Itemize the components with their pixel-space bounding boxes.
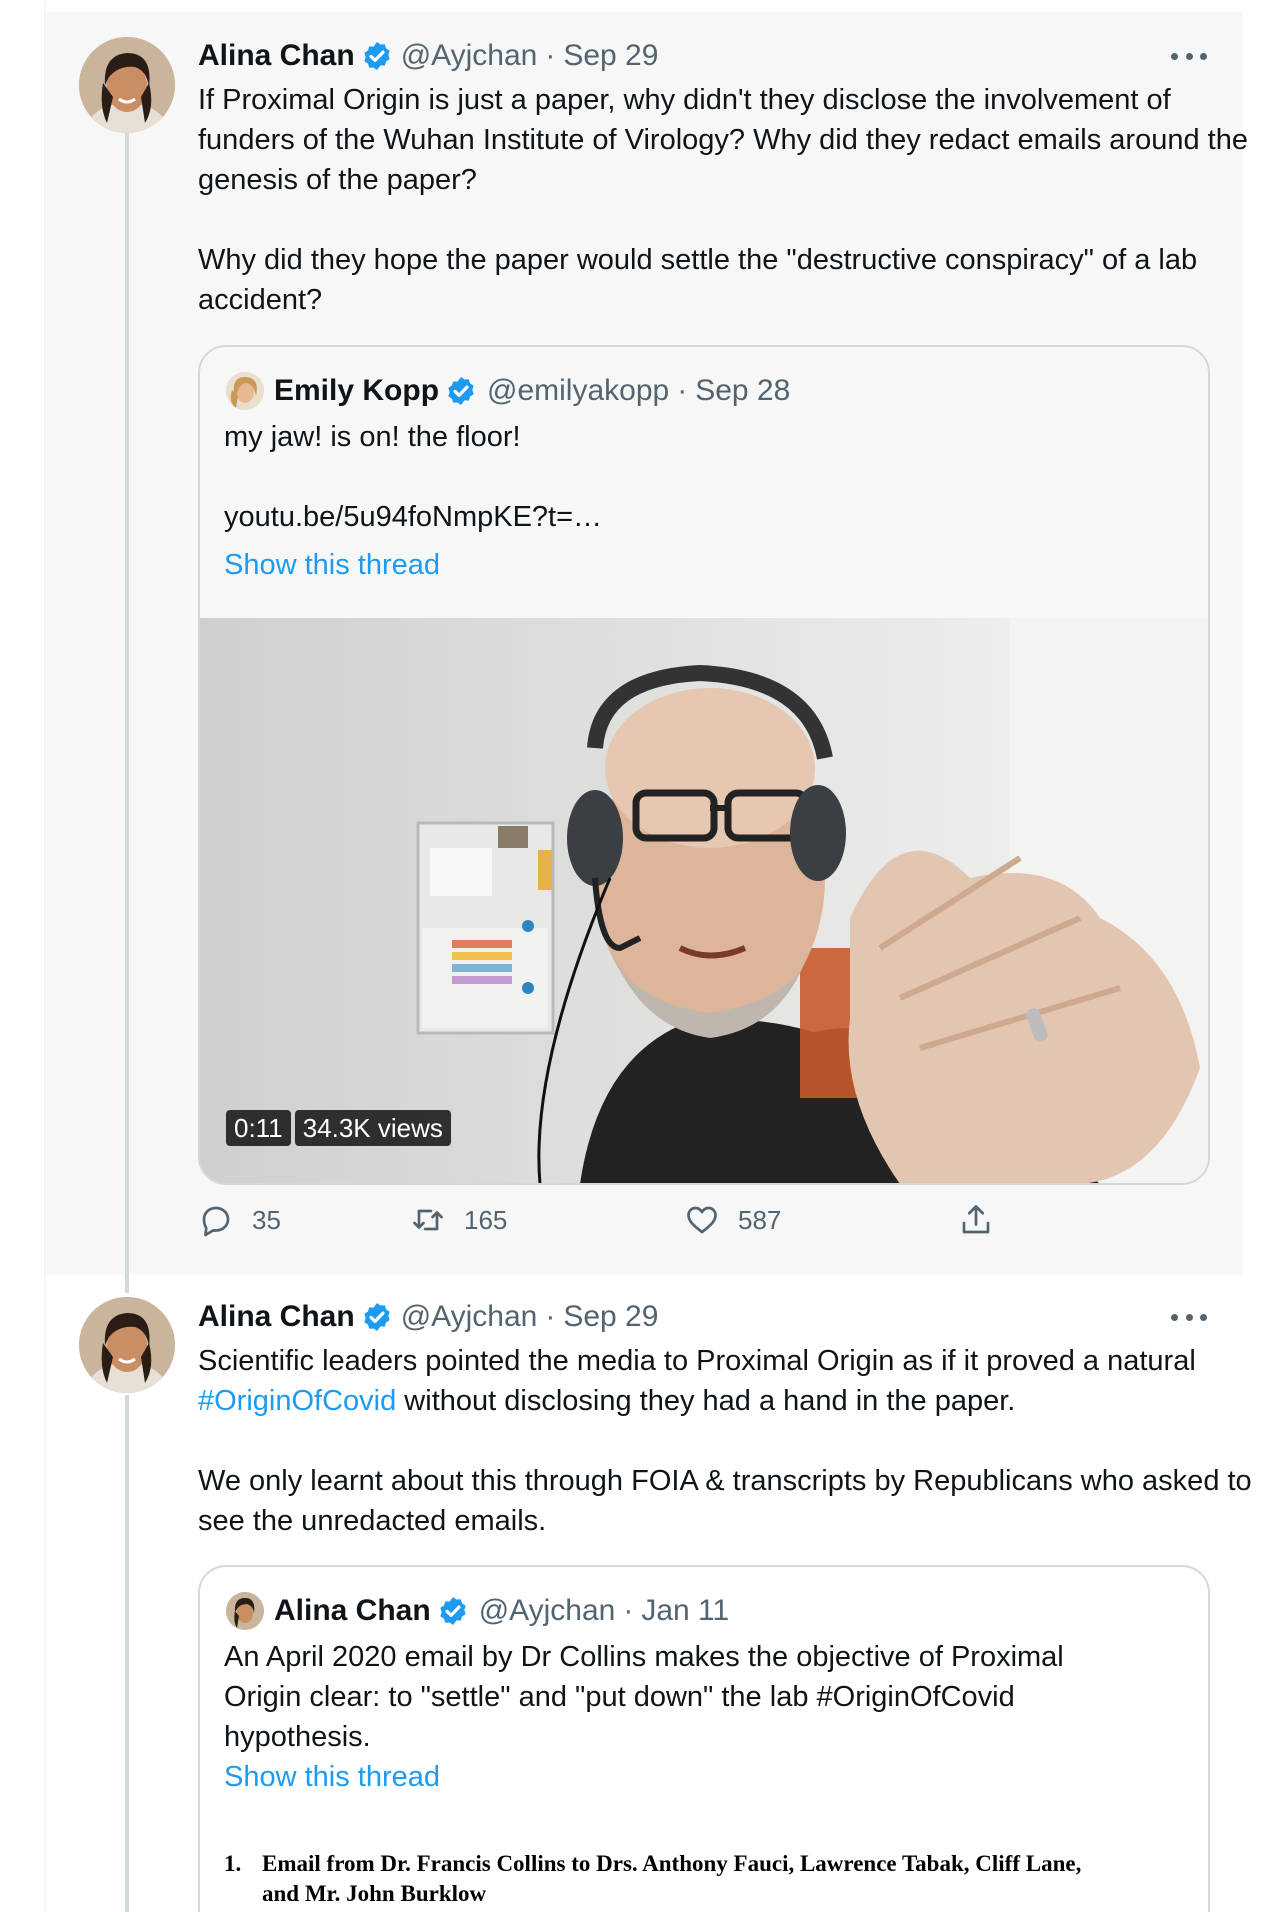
reply-icon [202, 1206, 230, 1237]
thread-line [125, 1275, 129, 1293]
quoted-tweet-header: Emily Kopp @emilyakopp · Sep 28 [226, 371, 790, 411]
quoted-tweet-header: Alina Chan @Ayjchan · Jan 11 [226, 1591, 729, 1631]
quoted-author-name: Alina Chan [274, 1594, 431, 1627]
thread-line [125, 1395, 129, 1912]
quoted-tweet[interactable]: Emily Kopp @emilyakopp · Sep 28 my jaw! … [198, 345, 1210, 1185]
separator-dot: · [623, 1594, 634, 1627]
quoted-tweet-date: Jan 11 [641, 1594, 730, 1627]
author-name[interactable]: Alina Chan [198, 39, 355, 73]
separator-dot: · [545, 1300, 556, 1333]
more-options-icon[interactable] [1171, 1307, 1207, 1327]
document-line: and Mr. John Burklow [262, 1881, 487, 1906]
quoted-tweet-text: my jaw! is on! the floor! [224, 421, 521, 453]
quoted-tweet[interactable]: Alina Chan @Ayjchan · Jan 11 An April 20… [198, 1565, 1210, 1912]
quoted-avatar [226, 1592, 264, 1630]
author-name[interactable]: Alina Chan [198, 1300, 355, 1334]
verified-badge-icon [361, 1301, 393, 1333]
reply-button[interactable]: 35 [198, 1200, 281, 1240]
retweet-icon [413, 1209, 443, 1231]
quoted-tweet-text: An April 2020 email by Dr Collins makes … [224, 1641, 1072, 1753]
quoted-author-handle: @Ayjchan [478, 1594, 616, 1627]
avatar[interactable] [79, 37, 175, 133]
quoted-author-name: Emily Kopp [274, 374, 440, 407]
timeline: Alina Chan @Ayjchan · Sep 29 If Proximal… [44, 0, 1252, 1912]
video-player[interactable]: 0:11 34.3K views [200, 618, 1208, 1183]
retweet-button[interactable]: 165 [410, 1200, 507, 1240]
document-line: Email from Dr. Francis Collins to Drs. A… [262, 1851, 1082, 1876]
tweet-1[interactable]: Alina Chan @Ayjchan · Sep 29 If Proximal… [45, 12, 1248, 1275]
separator-dot: · [545, 39, 556, 72]
share-icon [962, 1205, 990, 1234]
reply-count: 35 [252, 1204, 281, 1235]
verified-badge-icon [445, 375, 477, 407]
verified-badge-icon [361, 40, 393, 72]
verified-badge-icon [437, 1595, 469, 1627]
like-button[interactable]: 587 [684, 1200, 781, 1240]
more-options-icon[interactable] [1171, 46, 1207, 66]
like-icon [687, 1206, 717, 1234]
video-duration: 0:11 [226, 1110, 291, 1146]
show-thread-link[interactable]: Show this thread [224, 1757, 440, 1797]
tweet-date[interactable]: Sep 29 [563, 1300, 658, 1334]
video-views: 34.3K views [294, 1110, 451, 1146]
quoted-avatar [226, 372, 264, 410]
tweet-actions: 35 165 587 [198, 1200, 1098, 1240]
tweet-header: Alina Chan @Ayjchan · Sep 29 [198, 1297, 658, 1337]
tweet-text: Scientific leaders pointed the media to … [198, 1341, 1258, 1541]
quoted-author-handle: @emilyakopp [487, 374, 670, 407]
document-image[interactable]: 1. Email from Dr. Francis Collins to Drs.… [224, 1849, 1184, 1909]
document-item-number: 1. [224, 1851, 242, 1876]
like-count: 587 [738, 1204, 782, 1235]
show-thread-link[interactable]: Show this thread [224, 545, 440, 585]
tweet-date[interactable]: Sep 29 [563, 39, 658, 73]
tweet-2[interactable]: Alina Chan @Ayjchan · Sep 29 Scientific … [45, 1275, 1252, 1912]
tweet-text: If Proximal Origin is just a paper, why … [198, 84, 1248, 316]
avatar[interactable] [79, 1297, 175, 1393]
timeline-top-border [45, 0, 1243, 12]
share-button[interactable] [958, 1200, 994, 1240]
author-handle[interactable]: @Ayjchan [401, 1300, 538, 1334]
thread-line [125, 132, 129, 1275]
tweet-text-part: Scientific leaders pointed the media to … [198, 1345, 1204, 1377]
video-overlay: 0:11 34.3K views [226, 1110, 451, 1146]
tweet-header: Alina Chan @Ayjchan · Sep 29 [198, 36, 658, 76]
retweet-count: 165 [464, 1204, 508, 1235]
author-handle[interactable]: @Ayjchan [401, 39, 538, 73]
hashtag-link[interactable]: #OriginOfCovid [198, 1385, 396, 1417]
quoted-tweet-link[interactable]: youtu.be/5u94foNmpKE?t=… [224, 497, 1184, 537]
quoted-tweet-date: Sep 28 [695, 374, 791, 407]
separator-dot: · [677, 374, 688, 407]
